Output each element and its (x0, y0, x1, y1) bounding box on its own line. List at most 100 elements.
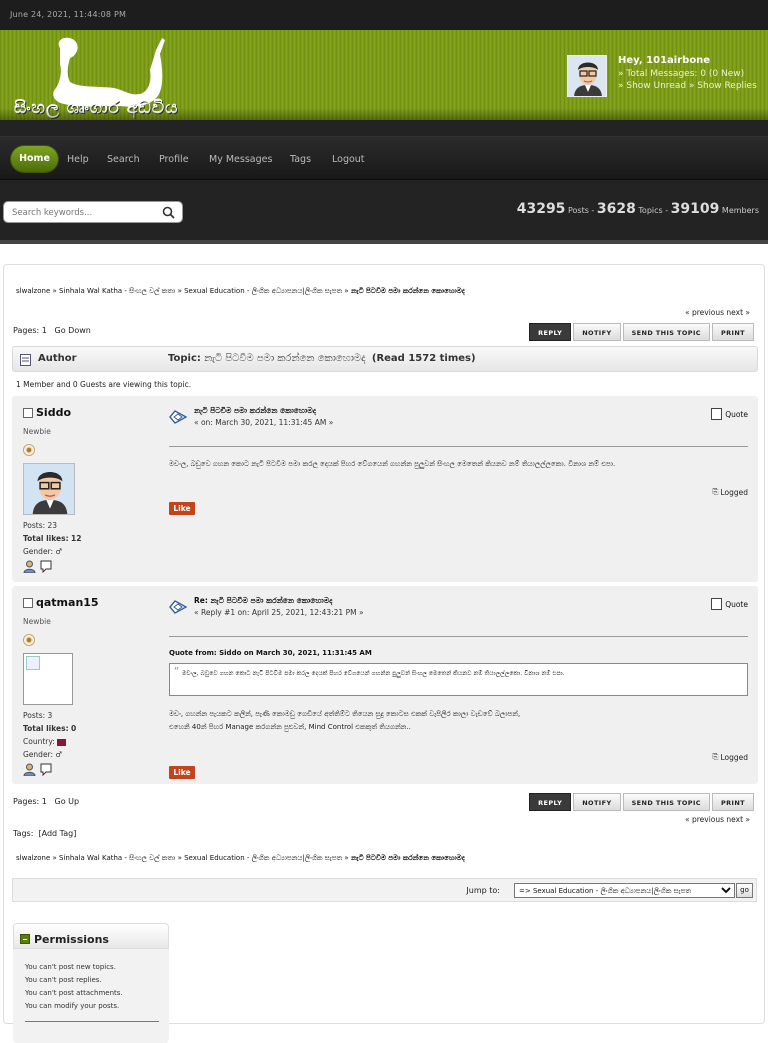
poster-info: Siddo Newbie Posts: 23 Total likes: 12 G… (23, 406, 163, 573)
members-count: 39109 (670, 201, 720, 217)
nav-profile[interactable]: Profile (159, 154, 189, 165)
profile-icon[interactable] (23, 560, 36, 573)
datetime: June 24, 2021, 11:44:08 PM (10, 10, 127, 19)
post-message: නැටි පිටවීම පමා කරන්නෙ කොහොමද « on: Marc… (169, 406, 748, 515)
go-up-link[interactable]: Go Up (55, 797, 80, 806)
breadcrumb-item[interactable]: Sinhala Wal Katha - සිංහල වල් කතා (59, 287, 175, 295)
post-divider (169, 636, 748, 637)
breadcrumb-item[interactable]: slwalzone (16, 287, 50, 295)
offline-indicator-icon (23, 407, 33, 418)
quote-header[interactable]: Quote from: Siddo on March 30, 2021, 11:… (169, 649, 748, 657)
like-button[interactable]: Like (169, 766, 195, 779)
post-header: Re: නැටි පිටවීම පමා කරන්නෙ කොහොමද « Repl… (169, 596, 748, 626)
add-tag-link[interactable]: [Add Tag] (39, 829, 77, 838)
permissions-header[interactable]: Permissions (13, 923, 169, 949)
permissions-list: You can't post new topics. You can't pos… (13, 949, 169, 1013)
country-flag-icon (57, 738, 67, 746)
poster-icons (23, 560, 163, 573)
print-button[interactable]: PRINT (711, 323, 754, 341)
pagination-bottom: Pages: 1 Go Up (13, 797, 79, 806)
breadcrumb-current[interactable]: නැටි පිටවීම පමා කරන්නෙ කොහොමද (351, 287, 465, 295)
forum-stats: 43295 Posts - 3628 Topics - 39109 Member… (517, 201, 759, 217)
notify-button[interactable]: NOTIFY (573, 323, 621, 341)
collapse-icon[interactable] (20, 934, 30, 944)
user-greeting: Hey, 101airbone (618, 55, 711, 66)
print-button[interactable]: PRINT (711, 793, 754, 811)
user-avatar[interactable] (567, 55, 607, 97)
quote-button[interactable]: Quote (711, 408, 748, 420)
breadcrumb: slwalzone » Sinhala Wal Katha - සිංහල වල… (16, 854, 465, 863)
post-topic-icon (169, 410, 187, 424)
poster-name[interactable]: Siddo (23, 406, 163, 419)
send-topic-button[interactable]: SEND THIS TOPIC (622, 323, 710, 341)
search-input[interactable] (12, 208, 162, 218)
nav-tags[interactable]: Tags (290, 154, 311, 165)
likes-count: 0 (70, 724, 77, 733)
send-topic-button[interactable]: SEND THIS TOPIC (622, 793, 710, 811)
notify-button[interactable]: NOTIFY (573, 793, 621, 811)
poster-icons (23, 763, 163, 776)
post-header: නැටි පිටවීම පමා කරන්නෙ කොහොමද « on: Marc… (169, 406, 748, 436)
quote-icon (711, 598, 723, 610)
likes-label: Total likes: (23, 724, 69, 733)
breadcrumb-item[interactable]: Sexual Education - ලිංගික අධ්‍යාපනය|ලිංග… (184, 287, 342, 295)
nav-home[interactable]: Home (11, 146, 58, 172)
pages-label: Pages: (13, 797, 40, 806)
quote-button[interactable]: Quote (711, 598, 748, 610)
nav-logout[interactable]: Logout (332, 154, 365, 165)
post-title[interactable]: නැටි පිටවීම පමා කරන්නෙ කොහොමද (194, 406, 316, 416)
like-button[interactable]: Like (169, 502, 195, 515)
profile-icon[interactable] (23, 763, 36, 776)
country-label: Country: (23, 737, 55, 746)
previous-next-links[interactable]: « previous next » (685, 308, 750, 317)
main-content: slwalzone » Sinhala Wal Katha - සිංහල වල… (3, 264, 765, 1043)
poster-name-text[interactable]: qatman15 (36, 596, 99, 609)
post-body-line: එහෙනි 40න් පිහර Manage කරගන්න පුළුවන්, M… (169, 723, 411, 731)
breadcrumb-item[interactable]: Sexual Education - ලිංගික අධ්‍යාපනය|ලිංග… (184, 854, 342, 862)
site-banner: සිංහල ශෘංගාර අඩවිය Hey, 101airbone » Tot… (0, 30, 768, 120)
message-icon[interactable] (40, 763, 52, 776)
breadcrumb-sep: » (52, 854, 57, 862)
breadcrumb-sep: » (177, 287, 182, 295)
breadcrumb-sep: » (344, 854, 349, 862)
nav-search[interactable]: Search (107, 154, 140, 165)
jump-to-label: Jump to: (466, 886, 500, 895)
nav-help[interactable]: Help (67, 154, 89, 165)
search-box (3, 201, 183, 223)
poster-avatar-broken-image[interactable] (23, 653, 73, 705)
poster-country: Country: (23, 735, 163, 748)
breadcrumb-current[interactable]: නැටි පිටවීම පමා කරන්නෙ කොහොමද (351, 854, 465, 862)
poster-gender: Gender: ♂ (23, 750, 63, 759)
breadcrumb-sep: » (177, 854, 182, 862)
pages-label: Pages: (13, 326, 40, 335)
breadcrumb-item[interactable]: slwalzone (16, 854, 50, 862)
search-icon[interactable] (162, 206, 175, 219)
post-body-line: මචං, ගහන්න පැයකට කලින්, පැණි කොමඩු ගෙඩිය… (169, 710, 521, 718)
topic-header-bar: Author Topic: නැටි පිටවීම පමා කරන්නෙ කොහ… (12, 346, 758, 372)
post-body: මචං, ගහන්න පැයකට කලින්, පැණි කොමඩු ගෙඩිය… (169, 708, 748, 734)
topic-buttons-top: REPLY NOTIFY SEND THIS TOPIC PRINT (529, 323, 754, 341)
pagination-top: Pages: 1 Go Down (13, 326, 91, 335)
previous-next-links[interactable]: « previous next » (685, 815, 750, 824)
nav-my-messages[interactable]: My Messages (209, 154, 272, 165)
poster-name-text[interactable]: Siddo (36, 406, 71, 419)
breadcrumb-item[interactable]: Sinhala Wal Katha - සිංහල වල් කතා (59, 854, 175, 862)
jump-go-button[interactable]: go (736, 883, 753, 898)
jump-to-select[interactable]: => Sexual Education - ලිංගික අධ්‍යාපනය|ල… (514, 883, 735, 898)
message-icon[interactable] (40, 560, 52, 573)
logged-label: Logged (720, 752, 748, 762)
reply-button[interactable]: REPLY (529, 323, 572, 341)
go-down-link[interactable]: Go Down (55, 326, 91, 335)
post-title[interactable]: Re: නැටි පිටවීම පමා කරන්නෙ කොහොමද (194, 596, 332, 606)
viewing-info: 1 Member and 0 Guests are viewing this t… (16, 380, 192, 389)
permissions-box: Permissions You can't post new topics. Y… (13, 923, 169, 1043)
total-messages-link[interactable]: » Total Messages: 0 (0 New) (618, 68, 768, 80)
poster-info: qatman15 Newbie Posts: 3 Total likes: 0 … (23, 596, 163, 776)
show-unread-replies-links[interactable]: » Show Unread » Show Replies (618, 80, 768, 92)
topic-prefix: Topic: (168, 353, 201, 364)
poster-name[interactable]: qatman15 (23, 596, 163, 609)
poster-stats: Posts: 3 Total likes: 0 Country: Gender:… (23, 709, 163, 761)
reply-button[interactable]: REPLY (529, 793, 572, 811)
poster-avatar[interactable] (23, 463, 75, 515)
post-divider (169, 446, 748, 447)
